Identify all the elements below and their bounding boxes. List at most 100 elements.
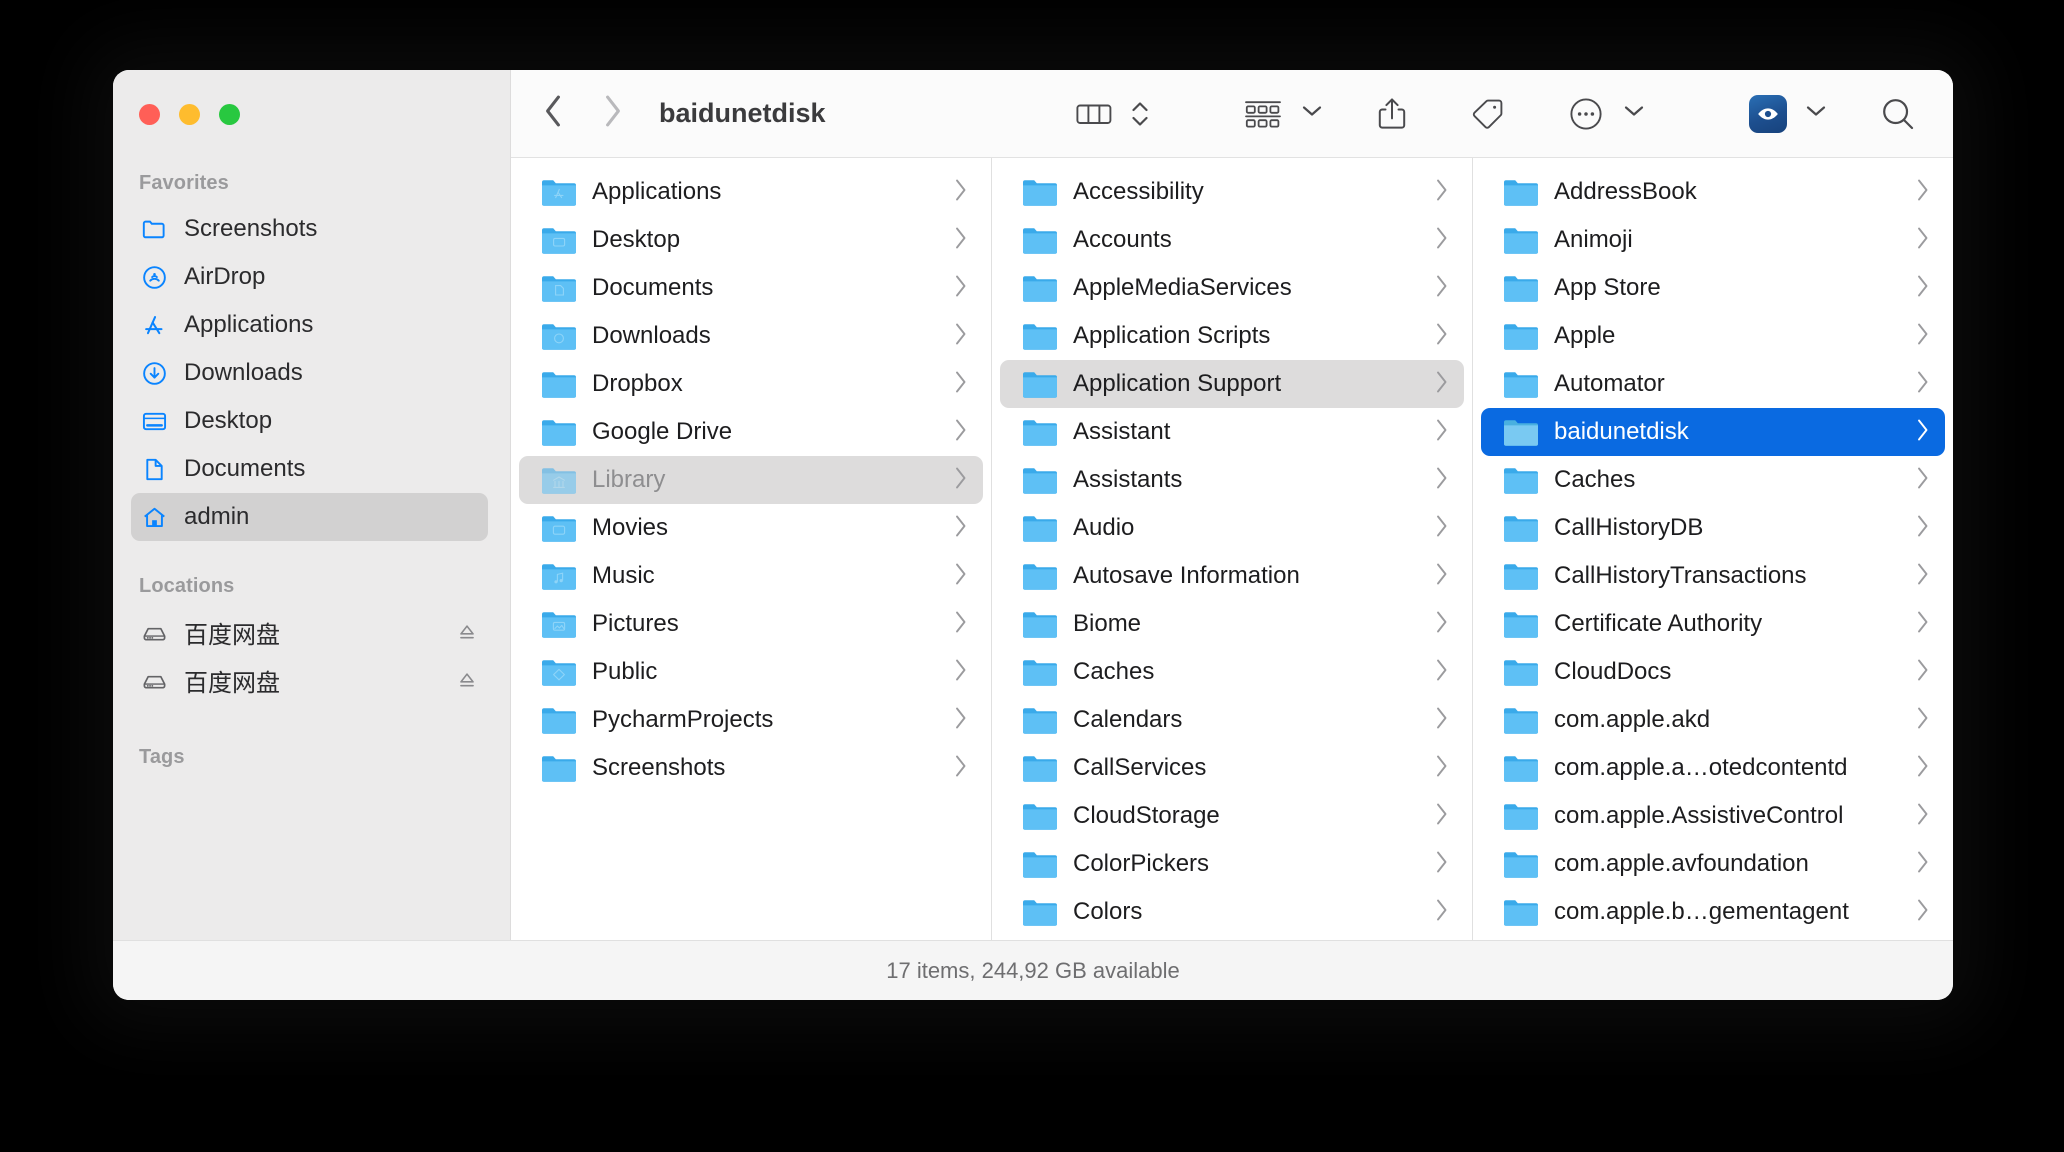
- column-row[interactable]: PycharmProjects: [519, 696, 983, 744]
- column-row[interactable]: com.apple.a…otedcontentd: [1481, 744, 1945, 792]
- column-row[interactable]: Dropbox: [519, 360, 983, 408]
- sidebar-item-baidu-netdisk-1[interactable]: 百度网盘: [131, 608, 488, 656]
- navigation-buttons: [543, 94, 623, 133]
- column-row[interactable]: Assistant: [1000, 408, 1464, 456]
- sidebar-item-airdrop[interactable]: AirDrop: [131, 253, 488, 301]
- column-row[interactable]: com.apple.AssistiveControl: [1481, 792, 1945, 840]
- column-row[interactable]: ColorPickers: [1000, 840, 1464, 888]
- forward-button[interactable]: [603, 94, 623, 133]
- column-row[interactable]: Animoji: [1481, 216, 1945, 264]
- view-mode-stepper[interactable]: [1121, 91, 1159, 137]
- close-button[interactable]: [139, 103, 160, 125]
- external-drive-icon: [141, 619, 168, 646]
- folder-icon: [541, 753, 577, 783]
- column-row[interactable]: Biome: [1000, 600, 1464, 648]
- item-label: Applications: [592, 178, 722, 205]
- column-home[interactable]: Applications Desktop Documents Downloads…: [511, 158, 992, 940]
- eject-icon[interactable]: [456, 669, 478, 691]
- item-label: Application Support: [1073, 370, 1282, 397]
- more-button[interactable]: [1559, 89, 1613, 139]
- column-row[interactable]: Documents: [519, 264, 983, 312]
- sidebar-item-admin[interactable]: admin: [131, 493, 488, 541]
- column-row[interactable]: Applications: [519, 168, 983, 216]
- sidebar-item-screenshots[interactable]: Screenshots: [131, 205, 488, 253]
- tag-icon[interactable]: [1461, 90, 1515, 138]
- column-row[interactable]: Colors: [1000, 888, 1464, 936]
- column-library[interactable]: Accessibility Accounts AppleMediaService…: [992, 158, 1473, 940]
- sidebar-item-desktop[interactable]: Desktop: [131, 397, 488, 445]
- view-column-button[interactable]: [1067, 92, 1121, 136]
- item-label: Dropbox: [592, 370, 683, 397]
- toolbar: baidunetdisk: [511, 70, 1953, 158]
- chevron-right-icon: [1434, 369, 1450, 400]
- sidebar-item-applications[interactable]: Applications: [131, 301, 488, 349]
- column-row[interactable]: Music: [519, 552, 983, 600]
- sidebar-item-downloads[interactable]: Downloads: [131, 349, 488, 397]
- column-row[interactable]: Accessibility: [1000, 168, 1464, 216]
- column-row[interactable]: Public: [519, 648, 983, 696]
- column-row-selected-library[interactable]: Library: [519, 456, 983, 504]
- column-row[interactable]: Desktop: [519, 216, 983, 264]
- column-row[interactable]: App Store: [1481, 264, 1945, 312]
- column-row[interactable]: Autosave Information: [1000, 552, 1464, 600]
- column-row[interactable]: Application Scripts: [1000, 312, 1464, 360]
- column-row-selected-baidunetdisk[interactable]: baidunetdisk: [1481, 408, 1945, 456]
- chevron-down-icon[interactable]: [1623, 104, 1645, 123]
- chevron-right-icon: [1915, 609, 1931, 640]
- item-label: Assistant: [1073, 418, 1171, 445]
- chevron-right-icon: [953, 705, 969, 736]
- column-row[interactable]: AddressBook: [1481, 168, 1945, 216]
- preview-app-button[interactable]: [1741, 89, 1795, 139]
- column-browser: Applications Desktop Documents Downloads…: [511, 158, 1953, 940]
- column-row[interactable]: Movies: [519, 504, 983, 552]
- column-row[interactable]: com.apple.b…gementagent: [1481, 888, 1945, 936]
- sidebar-item-baidu-netdisk-2[interactable]: 百度网盘: [131, 656, 488, 704]
- folder-icon: [1022, 465, 1058, 495]
- column-row[interactable]: CallServices: [1000, 744, 1464, 792]
- item-label: com.apple.avfoundation: [1554, 850, 1809, 877]
- zoom-button[interactable]: [219, 103, 240, 125]
- group-items-button[interactable]: [1235, 91, 1291, 137]
- item-label: Assistants: [1073, 466, 1183, 493]
- chevron-down-icon[interactable]: [1805, 104, 1827, 123]
- column-row[interactable]: Calendars: [1000, 696, 1464, 744]
- column-row[interactable]: Screenshots: [519, 744, 983, 792]
- column-row[interactable]: Assistants: [1000, 456, 1464, 504]
- minimize-button[interactable]: [179, 103, 200, 125]
- item-label: AppleMediaServices: [1073, 274, 1292, 301]
- column-row[interactable]: AppleMediaServices: [1000, 264, 1464, 312]
- back-button[interactable]: [543, 94, 563, 133]
- folder-documents-icon: [541, 273, 577, 303]
- column-row[interactable]: CloudDocs: [1481, 648, 1945, 696]
- column-row[interactable]: Google Drive: [519, 408, 983, 456]
- column-row[interactable]: com.apple.avfoundation: [1481, 840, 1945, 888]
- column-row[interactable]: Apple: [1481, 312, 1945, 360]
- chevron-down-icon[interactable]: [1301, 104, 1323, 123]
- item-label: Documents: [592, 274, 714, 301]
- item-label: Calendars: [1073, 706, 1183, 733]
- column-row[interactable]: CallHistoryDB: [1481, 504, 1945, 552]
- item-label: CallServices: [1073, 754, 1207, 781]
- chevron-right-icon: [953, 417, 969, 448]
- sidebar-item-documents[interactable]: Documents: [131, 445, 488, 493]
- column-row[interactable]: CloudStorage: [1000, 792, 1464, 840]
- column-application-support[interactable]: AddressBook Animoji App Store Apple Auto…: [1473, 158, 1953, 940]
- search-icon[interactable]: [1871, 89, 1925, 139]
- column-row[interactable]: Audio: [1000, 504, 1464, 552]
- window-body: Favorites Screenshots AirDrop Applicatio…: [113, 70, 1953, 940]
- column-row[interactable]: Pictures: [519, 600, 983, 648]
- main-pane: baidunetdisk Applications Desktop Docume…: [511, 70, 1953, 940]
- column-row[interactable]: Downloads: [519, 312, 983, 360]
- column-row[interactable]: CallHistoryTransactions: [1481, 552, 1945, 600]
- column-row[interactable]: Accounts: [1000, 216, 1464, 264]
- column-row[interactable]: Certificate Authority: [1481, 600, 1945, 648]
- column-row[interactable]: Caches: [1481, 456, 1945, 504]
- column-row-selected-application-support[interactable]: Application Support: [1000, 360, 1464, 408]
- column-row[interactable]: com.apple.akd: [1481, 696, 1945, 744]
- sidebar-item-label: AirDrop: [184, 263, 266, 290]
- column-row[interactable]: Caches: [1000, 648, 1464, 696]
- chevron-right-icon: [953, 609, 969, 640]
- share-button[interactable]: [1367, 89, 1417, 139]
- column-row[interactable]: Automator: [1481, 360, 1945, 408]
- eject-icon[interactable]: [456, 621, 478, 643]
